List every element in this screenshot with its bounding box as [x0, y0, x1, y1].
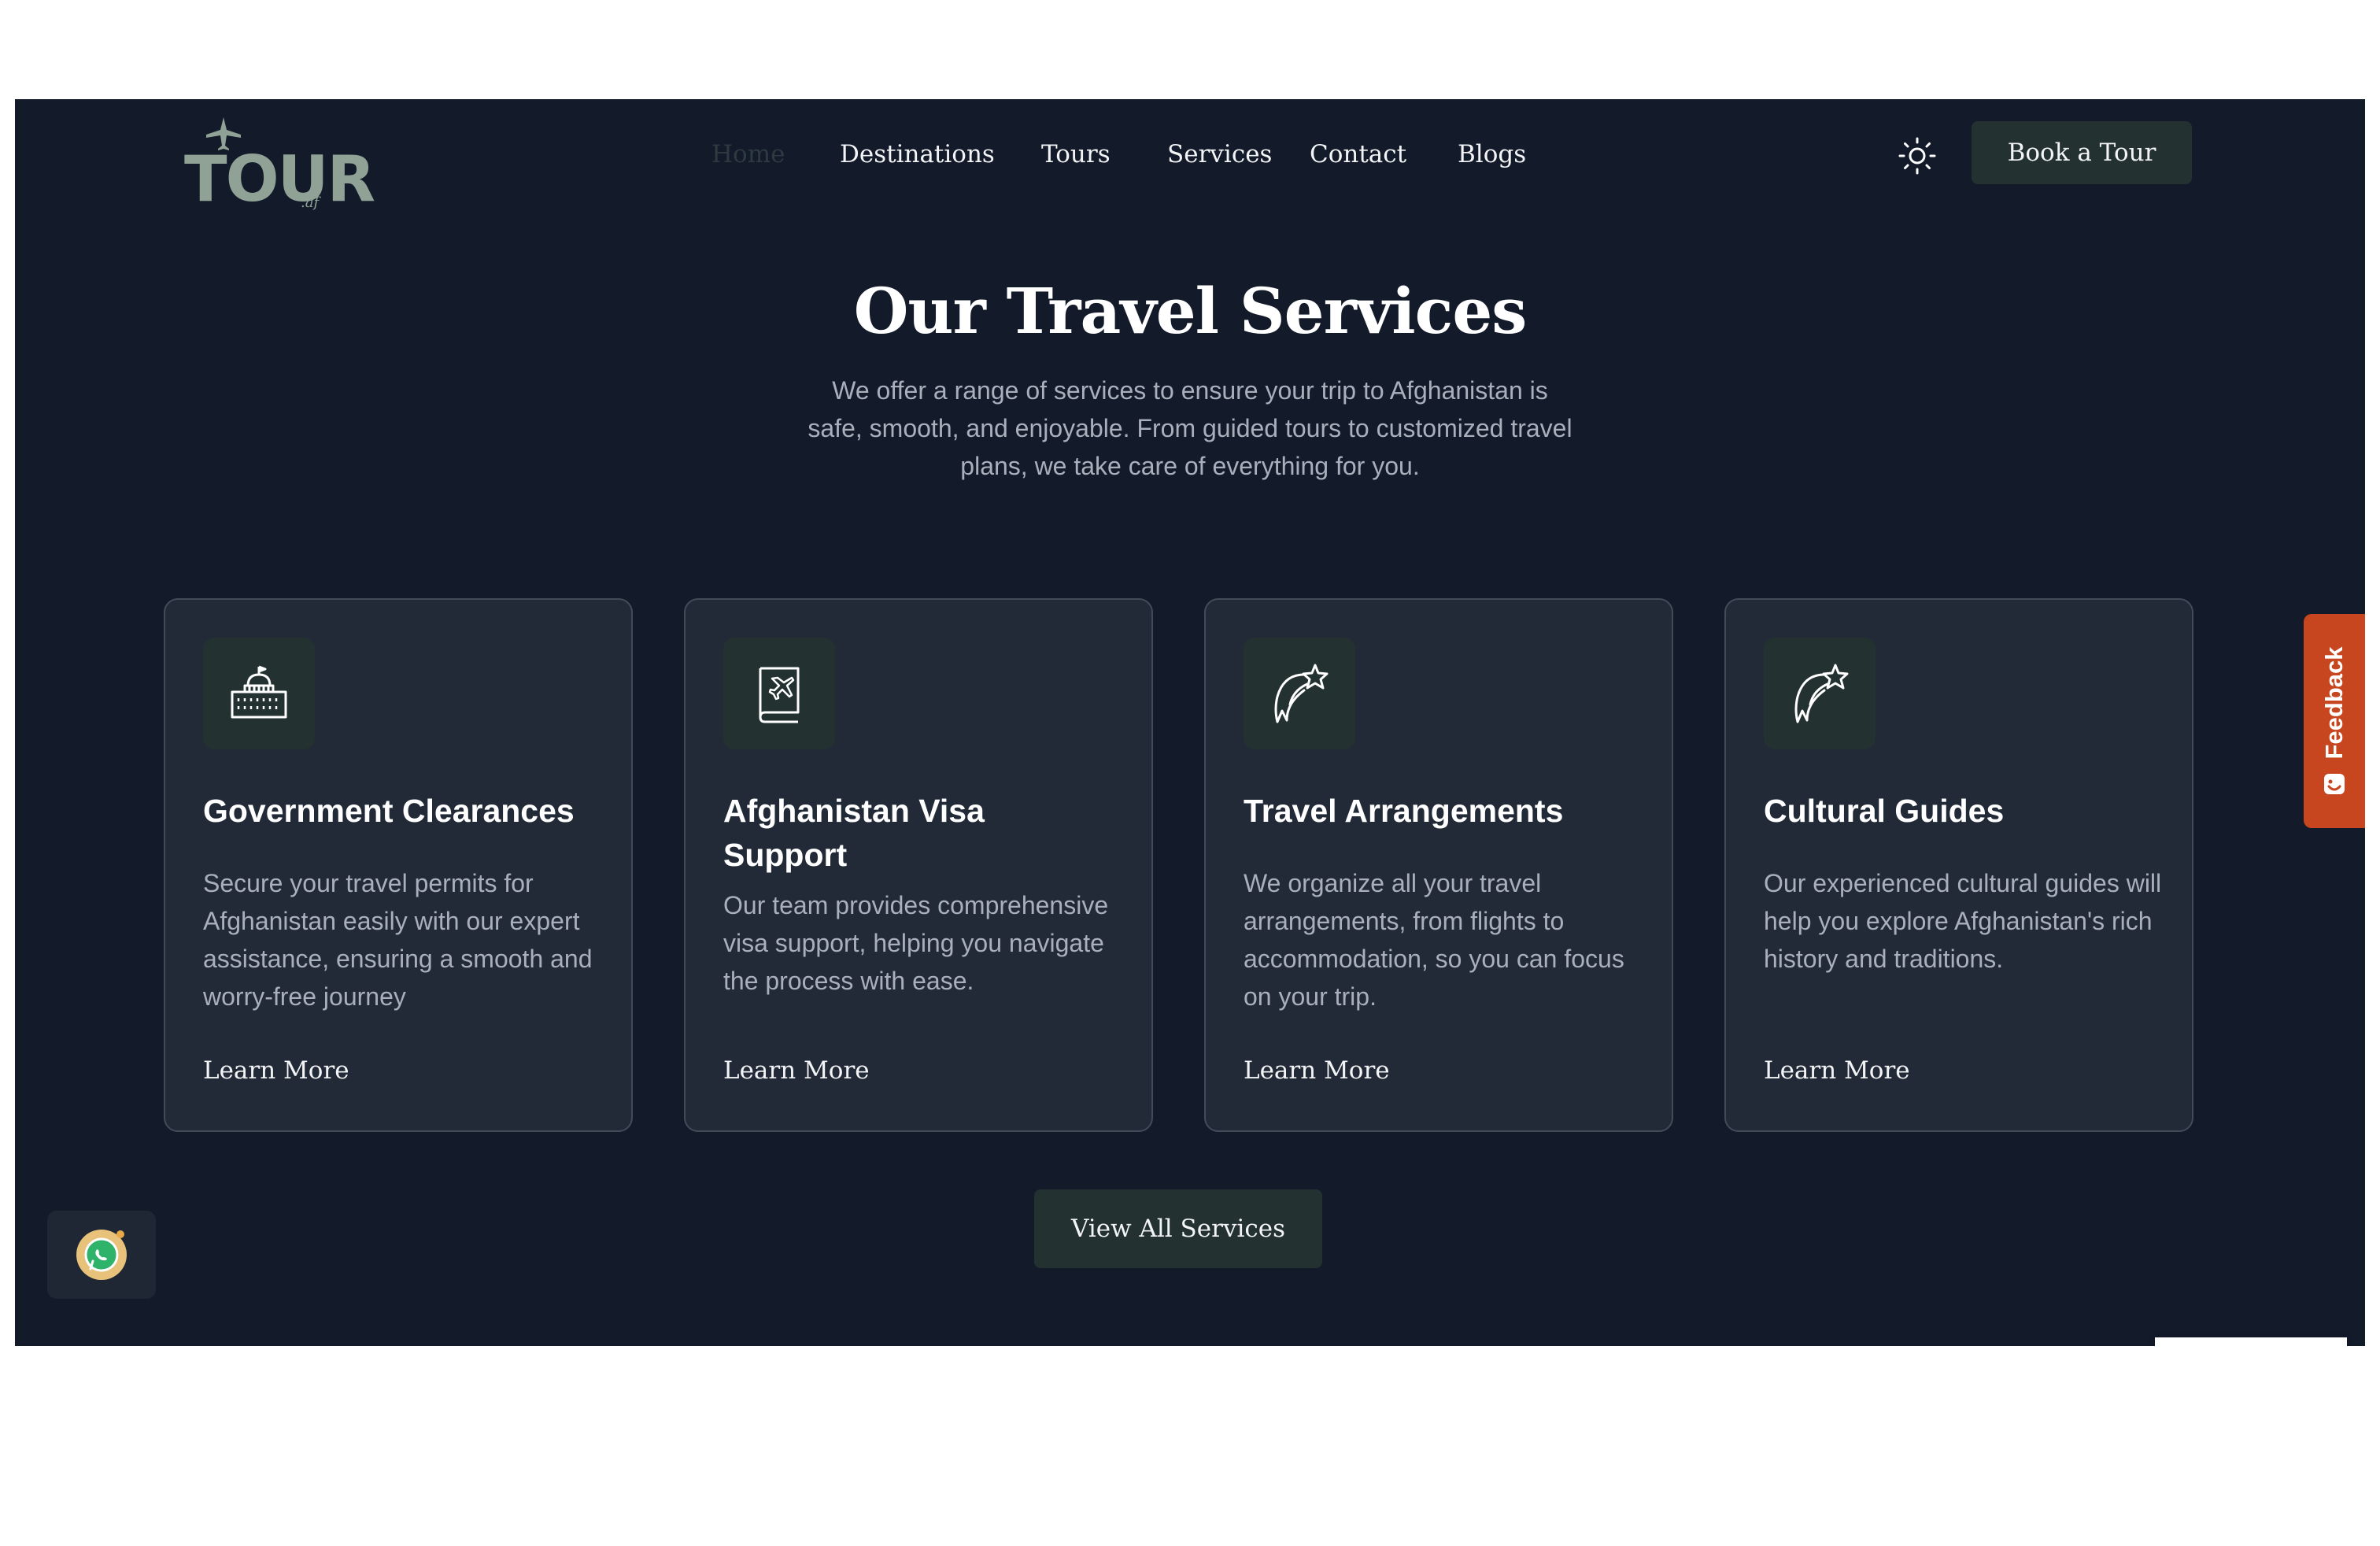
view-all-services-button[interactable]: View All Services: [1034, 1189, 1322, 1268]
section-subtitle: We offer a range of services to ensure y…: [808, 376, 1572, 480]
nav-destinations[interactable]: Destinations: [840, 140, 995, 168]
page-viewport: TOUR .af Home Destinations Tours Service…: [15, 99, 2365, 1346]
service-card-visa-support: Afghanistan Visa Support Our team provid…: [684, 598, 1153, 1132]
card-description: We organize all your travel arrangements…: [1244, 869, 1624, 1011]
learn-more-link[interactable]: Learn More: [723, 1056, 870, 1085]
capitol-building-icon: [203, 638, 315, 749]
feedback-label: Feedback: [2320, 646, 2348, 760]
nav-tours[interactable]: Tours: [1041, 140, 1111, 168]
sun-icon[interactable]: [1895, 134, 1939, 178]
book-tour-button[interactable]: Book a Tour: [1972, 121, 2192, 184]
card-description: Secure your travel permits for Afghanist…: [203, 869, 593, 1011]
nav-blogs[interactable]: Blogs: [1458, 140, 1526, 168]
card-title: Travel Arrangements: [1244, 793, 1564, 829]
card-title: Government Clearances: [203, 793, 575, 829]
service-card-government-clearances: Government Clearances Secure your travel…: [164, 598, 633, 1132]
nav-services[interactable]: Services: [1167, 140, 1272, 168]
card-description: Our team provides comprehensive visa sup…: [723, 891, 1109, 995]
service-card-cultural-guides: Cultural Guides Our experienced cultural…: [1724, 598, 2193, 1132]
service-card-travel-arrangements: Travel Arrangements We organize all your…: [1204, 598, 1673, 1132]
learn-more-link[interactable]: Learn More: [1764, 1056, 1910, 1085]
section-title: Our Travel Services: [853, 274, 1528, 348]
whatsapp-icon: [76, 1230, 127, 1280]
feedback-tab[interactable]: Feedback: [2304, 614, 2365, 828]
card-title: Cultural Guides: [1764, 793, 2005, 829]
logo-domain: .af: [301, 194, 320, 211]
shooting-star-icon: [1764, 638, 1876, 749]
passport-plane-icon: [723, 638, 835, 749]
learn-more-link[interactable]: Learn More: [203, 1056, 349, 1085]
learn-more-link[interactable]: Learn More: [1244, 1056, 1390, 1085]
nav-home[interactable]: Home: [711, 140, 785, 168]
card-title: Afghanistan Visa Support: [723, 793, 985, 873]
smiley-icon: [2324, 773, 2345, 794]
whatsapp-chat-button[interactable]: [47, 1211, 156, 1299]
nav-contact[interactable]: Contact: [1310, 140, 1406, 168]
shooting-star-icon: [1244, 638, 1355, 749]
card-description: Our experienced cultural guides will hel…: [1764, 869, 2162, 973]
language-selector[interactable]: EN: [2155, 1337, 2347, 1346]
